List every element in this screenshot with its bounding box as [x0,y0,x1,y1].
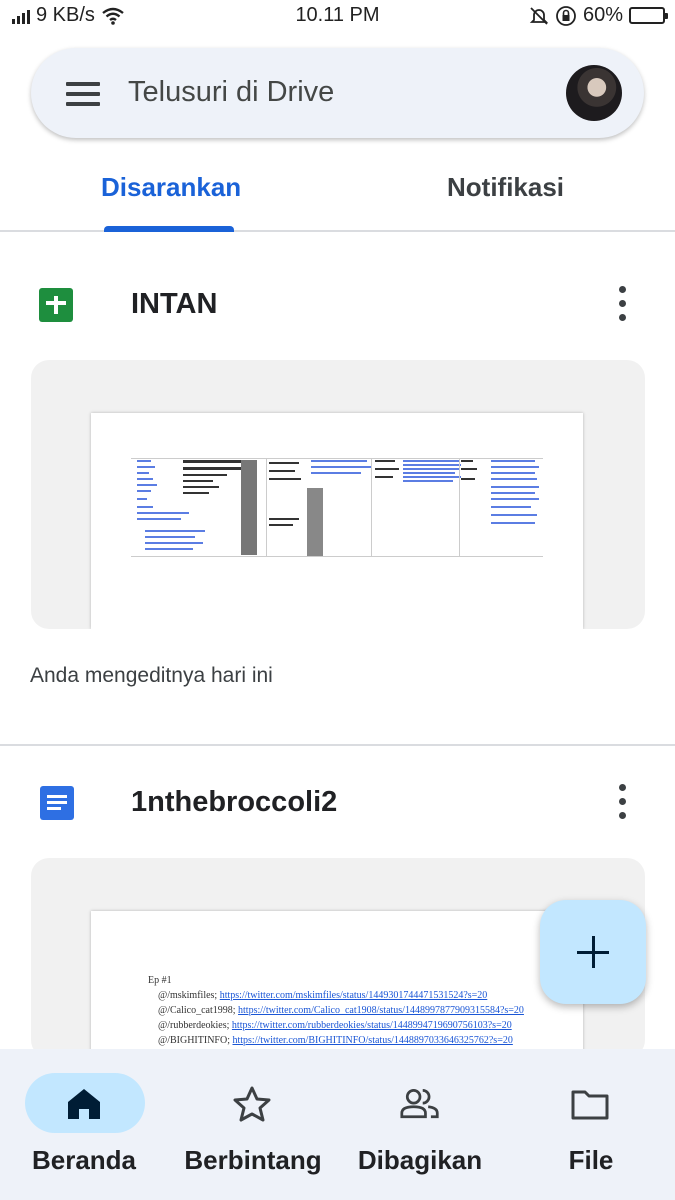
file-card-header[interactable]: 1nthebroccoli2 [0,774,675,834]
doc-preview-text: Ep #1 @/mskimfiles; https://twitter.com/… [148,973,524,1048]
last-edited-note: Anda mengeditnya hari ini [30,664,273,687]
doc-heading: Ep #1 [148,975,172,986]
tab-bar: Disarankan Notifikasi [0,150,675,232]
new-file-button[interactable] [540,900,646,1004]
doc-line: @/mskimfiles; https://twitter.com/mskimf… [158,990,488,1001]
search-bar[interactable]: Telusuri di Drive [31,48,644,138]
active-tab-indicator [104,226,234,232]
battery-icon [629,7,668,24]
battery-percent: 60% [582,4,623,26]
doc-line: @/Calico_cat1998; https://twitter.com/Ca… [158,1005,524,1016]
google-docs-icon [40,786,74,820]
doc-line: @/rubberdeokies; https://twitter.com/rub… [158,1020,512,1031]
file-name[interactable]: 1nthebroccoli2 [131,786,337,819]
tab-suggested[interactable]: Disarankan [101,172,241,203]
spreadsheet-preview-image [131,458,543,557]
more-options-icon[interactable] [615,286,631,322]
mute-bell-icon [529,6,549,25]
status-bar: 9 KB/s 10.11 PM 60% [0,0,675,34]
doc-line: @/BIGHITINFO; https://twitter.com/BIGHIT… [158,1035,513,1046]
sheet-thumbnail [91,413,583,629]
folder-icon [571,1090,609,1120]
drive-home-screen: 9 KB/s 10.11 PM 60% Telusuri di Drive Di… [0,0,675,1200]
nav-shared[interactable]: Dibagikan [336,1049,504,1200]
nav-starred[interactable]: Berbintang [168,1049,336,1200]
bottom-navigation: Beranda Berbintang Dibagikan File [0,1049,675,1200]
star-icon [233,1086,271,1122]
nav-shared-label: Dibagikan [357,1145,483,1175]
people-icon [400,1089,439,1119]
hamburger-menu-icon[interactable] [66,82,100,106]
doc-thumbnail: Ep #1 @/mskimfiles; https://twitter.com/… [91,911,583,1058]
rotation-lock-icon [556,5,576,26]
nav-files[interactable]: File [507,1049,675,1200]
nav-home-label: Beranda [31,1145,137,1175]
divider [0,744,675,746]
search-input[interactable]: Telusuri di Drive [128,76,334,109]
google-sheets-icon [39,288,73,322]
file-preview[interactable] [31,360,645,629]
home-icon [68,1089,100,1119]
tab-notifications[interactable]: Notifikasi [447,172,564,203]
file-name[interactable]: INTAN [131,288,217,321]
nav-files-label: File [568,1145,614,1175]
nav-starred-label: Berbintang [184,1145,322,1175]
file-card-header[interactable]: INTAN [0,276,675,336]
account-avatar[interactable] [566,65,622,121]
more-options-icon[interactable] [615,784,631,820]
nav-home[interactable]: Beranda [0,1049,168,1200]
